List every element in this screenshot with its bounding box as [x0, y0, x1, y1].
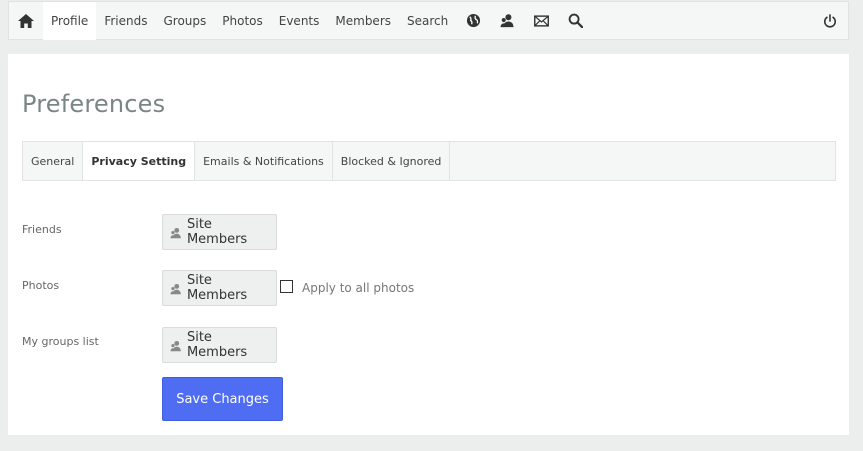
nav-messages[interactable]	[524, 2, 558, 40]
home-icon	[18, 13, 34, 28]
power-icon	[824, 13, 836, 28]
nav-friends-icon[interactable]	[490, 2, 524, 40]
tab-general[interactable]: General	[23, 142, 84, 180]
nav-search[interactable]: Search	[399, 2, 456, 40]
members-icon	[500, 14, 514, 28]
photos-label: Photos	[22, 279, 60, 292]
nav-groups[interactable]: Groups	[155, 2, 214, 40]
friends-label: Friends	[22, 223, 62, 236]
members-icon	[170, 283, 184, 297]
preferences-tabs: General Privacy Setting Emails & Notific…	[22, 141, 836, 181]
nav-photos[interactable]: Photos	[214, 2, 270, 40]
top-navbar: Profile Friends Groups Photos Events Mem…	[8, 1, 849, 40]
tab-privacy-setting[interactable]: Privacy Setting	[83, 142, 196, 180]
friends-privacy-button[interactable]: Site Members	[162, 214, 277, 250]
apply-all-photos-checkbox[interactable]	[280, 280, 293, 293]
page-title: Preferences	[22, 90, 166, 118]
apply-all-photos-label[interactable]: Apply to all photos	[302, 281, 414, 295]
photos-privacy-button[interactable]: Site Members	[162, 270, 277, 306]
tab-emails-notifications[interactable]: Emails & Notifications	[195, 142, 333, 180]
members-icon	[170, 227, 184, 241]
friends-privacy-value: Site Members	[186, 217, 248, 247]
search-icon	[568, 13, 583, 28]
groups-privacy-button[interactable]: Site Members	[162, 327, 277, 363]
photos-privacy-value: Site Members	[186, 273, 248, 303]
nav-profile[interactable]: Profile	[43, 1, 97, 40]
globe-icon	[466, 13, 480, 28]
preferences-panel: Preferences General Privacy Setting Emai…	[8, 54, 849, 435]
home-link[interactable]	[9, 2, 43, 40]
members-icon	[170, 340, 184, 354]
nav-events[interactable]: Events	[271, 2, 328, 40]
save-changes-button[interactable]: Save Changes	[162, 377, 283, 421]
logout-button[interactable]	[812, 2, 848, 40]
nav-search-icon[interactable]	[558, 2, 592, 40]
nav-members[interactable]: Members	[327, 2, 399, 40]
tab-blocked-ignored[interactable]: Blocked & Ignored	[333, 142, 451, 180]
mail-icon	[533, 14, 549, 27]
nav-globe[interactable]	[456, 2, 490, 40]
groups-privacy-value: Site Members	[186, 330, 248, 360]
groups-label: My groups list	[22, 335, 99, 348]
nav-friends[interactable]: Friends	[96, 2, 155, 40]
